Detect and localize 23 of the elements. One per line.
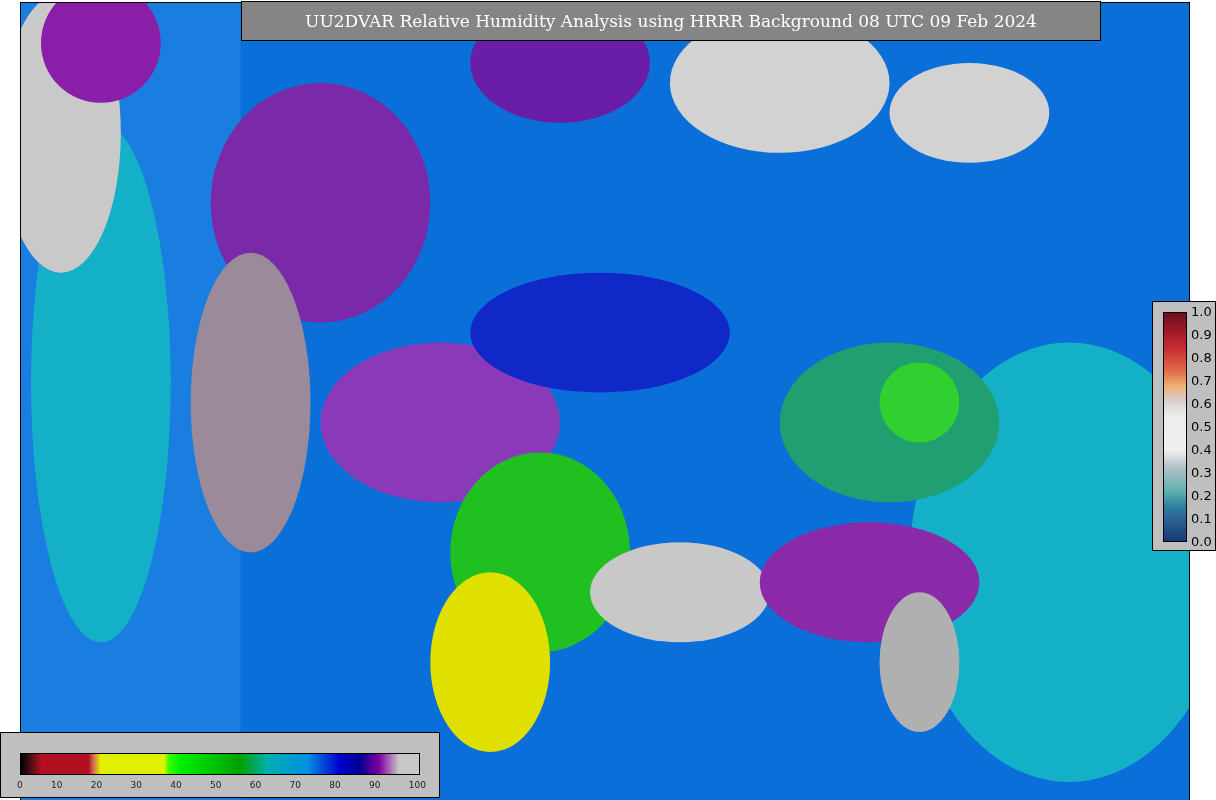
tick-label: 0.1 xyxy=(1191,512,1212,526)
tick-label: 0.7 xyxy=(1191,374,1212,388)
tick-label: 1.0 xyxy=(1191,305,1212,319)
tick-label: 80 xyxy=(329,780,341,790)
tick-label: 60 xyxy=(249,780,262,790)
tick-label: 0 xyxy=(17,780,23,790)
map-title: UU2DVAR Relative Humidity Analysis using HRRR Background 08 UTC 09 Feb 2024 xyxy=(241,1,1101,41)
tick-label: 100 xyxy=(408,780,426,790)
tick-label: 20 xyxy=(90,780,103,790)
tick-label: 70 xyxy=(289,780,301,790)
tick-label: 0.3 xyxy=(1191,466,1212,480)
tick-label: 0.4 xyxy=(1191,443,1212,457)
tick-label: 50 xyxy=(210,780,222,790)
tick-label: 0.8 xyxy=(1191,351,1212,365)
tick-label: 0.6 xyxy=(1191,397,1212,411)
tick-label: 0.0 xyxy=(1191,535,1212,549)
tick-label: 0.9 xyxy=(1191,328,1212,342)
tick-label: 40 xyxy=(170,780,182,790)
tick-label: 90 xyxy=(369,780,381,790)
tick-label: 10 xyxy=(51,780,63,790)
tick-label: 0.2 xyxy=(1191,489,1212,503)
tick-label: 30 xyxy=(130,780,142,790)
tick-label: 0.5 xyxy=(1191,420,1212,434)
